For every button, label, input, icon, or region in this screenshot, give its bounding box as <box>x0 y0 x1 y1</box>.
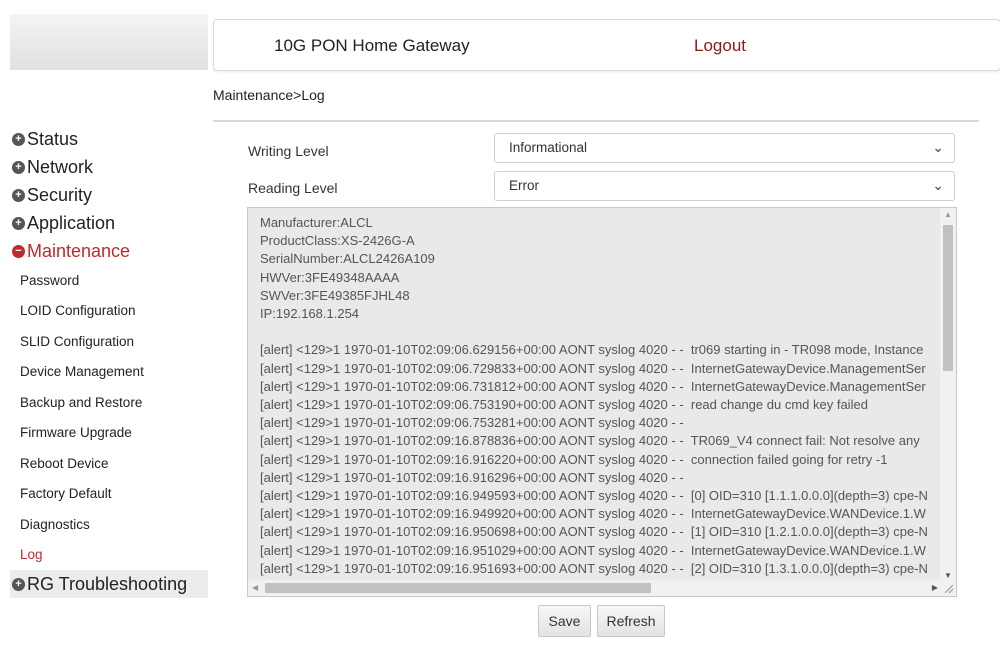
log-line: [alert] <129>1 1970-01-10T02:09:16.94992… <box>260 506 926 522</box>
log-line: [alert] <129>1 1970-01-10T02:09:16.87883… <box>260 433 920 449</box>
log-line: SerialNumber:ALCL2426A109 <box>260 251 435 267</box>
chevron-down-icon: ⌄ <box>932 177 944 193</box>
plus-icon: + <box>12 132 25 146</box>
reading-level-label: Reading Level <box>248 180 338 196</box>
log-line: [alert] <129>1 1970-01-10T02:09:16.91629… <box>260 469 684 485</box>
plus-icon: + <box>12 160 25 174</box>
sidebar-subitem-diagnostics[interactable]: Diagnostics <box>10 509 208 540</box>
sidebar-item-security[interactable]: + Security <box>10 181 208 209</box>
log-textarea[interactable]: Manufacturer:ALCL ProductClass:XS-2426G-A… <box>247 207 957 597</box>
vertical-scroll-thumb[interactable] <box>943 225 953 371</box>
horizontal-scroll-thumb[interactable] <box>265 583 651 593</box>
app-title: 10G PON Home Gateway <box>274 36 470 55</box>
log-line: [alert] <129>1 1970-01-10T02:09:06.62915… <box>260 342 924 358</box>
log-line: [alert] <129>1 1970-01-10T02:09:06.75328… <box>260 415 684 431</box>
plus-icon: + <box>12 577 25 591</box>
chevron-down-icon: ⌄ <box>932 139 944 155</box>
sidebar-subitem-device-management[interactable]: Device Management <box>10 357 208 388</box>
log-content: Manufacturer:ALCL ProductClass:XS-2426G-A… <box>260 214 940 578</box>
sidebar-item-status[interactable]: + Status <box>10 125 208 153</box>
breadcrumb-divider <box>213 120 979 122</box>
scroll-left-icon[interactable]: ◀ <box>252 583 258 592</box>
refresh-button[interactable]: Refresh <box>597 605 665 637</box>
writing-level-select[interactable]: Informational ⌄ <box>494 133 955 163</box>
sidebar-item-label: Status <box>27 128 79 149</box>
horizontal-scrollbar[interactable]: ◀ ▶ <box>248 580 942 596</box>
sidebar-subitem-firmware-upgrade[interactable]: Firmware Upgrade <box>10 418 208 449</box>
log-line: [alert] <129>1 1970-01-10T02:09:16.95102… <box>260 542 926 558</box>
scroll-right-icon[interactable]: ▶ <box>932 583 938 592</box>
sidebar: + Status + Network + Security + Applicat… <box>10 125 208 598</box>
log-line: [alert] <129>1 1970-01-10T02:09:16.91622… <box>260 451 888 467</box>
logout-link[interactable]: Logout <box>694 36 746 56</box>
log-line: [alert] <129>1 1970-01-10T02:09:16.95169… <box>260 560 928 576</box>
log-line: SWVer:3FE49385FJHL48 <box>260 287 410 303</box>
reading-level-value: Error <box>509 178 539 193</box>
log-line: [alert] <129>1 1970-01-10T02:09:06.72983… <box>260 360 926 376</box>
scroll-up-icon[interactable]: ▲ <box>944 210 952 219</box>
sidebar-item-label: Security <box>27 184 93 205</box>
log-line: [alert] <129>1 1970-01-10T02:09:16.94959… <box>260 488 928 504</box>
save-button[interactable]: Save <box>538 605 591 637</box>
vertical-scrollbar[interactable]: ▲ ▼ <box>940 208 956 582</box>
sidebar-subitem-password[interactable]: Password <box>10 265 208 296</box>
sidebar-subitem-slid-configuration[interactable]: SLID Configuration <box>10 326 208 357</box>
breadcrumb: Maintenance>Log <box>213 87 325 103</box>
plus-icon: + <box>12 216 25 230</box>
header-bar: 10G PON Home Gateway Logout <box>213 19 1000 71</box>
sidebar-item-label: Application <box>27 212 116 233</box>
log-line: HWVer:3FE49348AAAA <box>260 269 400 285</box>
logo-banner <box>10 14 208 70</box>
reading-level-select[interactable]: Error ⌄ <box>494 171 955 201</box>
log-line: [alert] <129>1 1970-01-10T02:09:16.95069… <box>260 524 928 540</box>
scroll-down-icon[interactable]: ▼ <box>944 571 952 580</box>
sidebar-subitem-loid-configuration[interactable]: LOID Configuration <box>10 296 208 327</box>
log-blank-line <box>260 323 940 341</box>
sidebar-subitem-backup-and-restore[interactable]: Backup and Restore <box>10 387 208 418</box>
log-line: ProductClass:XS-2426G-A <box>260 233 415 249</box>
sidebar-subitem-reboot-device[interactable]: Reboot Device <box>10 448 208 479</box>
sidebar-item-application[interactable]: + Application <box>10 209 208 237</box>
log-line: [alert] <129>1 1970-01-10T02:09:06.73181… <box>260 378 926 394</box>
writing-level-value: Informational <box>509 140 588 155</box>
log-line: Manufacturer:ALCL <box>260 215 373 230</box>
resize-handle-icon[interactable] <box>940 580 956 596</box>
sidebar-subitem-log[interactable]: Log <box>10 540 208 571</box>
minus-icon: − <box>12 244 25 258</box>
log-line: IP:192.168.1.254 <box>260 306 360 322</box>
sidebar-item-network[interactable]: + Network <box>10 153 208 181</box>
sidebar-item-rg-troubleshooting[interactable]: + RG Troubleshooting <box>10 570 208 598</box>
log-line: [alert] <129>1 1970-01-10T02:09:06.75319… <box>260 397 868 413</box>
writing-level-label: Writing Level <box>248 143 329 159</box>
sidebar-item-label: Maintenance <box>27 240 131 261</box>
sidebar-subitem-factory-default[interactable]: Factory Default <box>10 479 208 510</box>
sidebar-item-maintenance[interactable]: − Maintenance <box>10 237 208 265</box>
sidebar-item-label: Network <box>27 156 94 177</box>
plus-icon: + <box>12 188 25 202</box>
sidebar-item-label: RG Troubleshooting <box>27 573 188 594</box>
